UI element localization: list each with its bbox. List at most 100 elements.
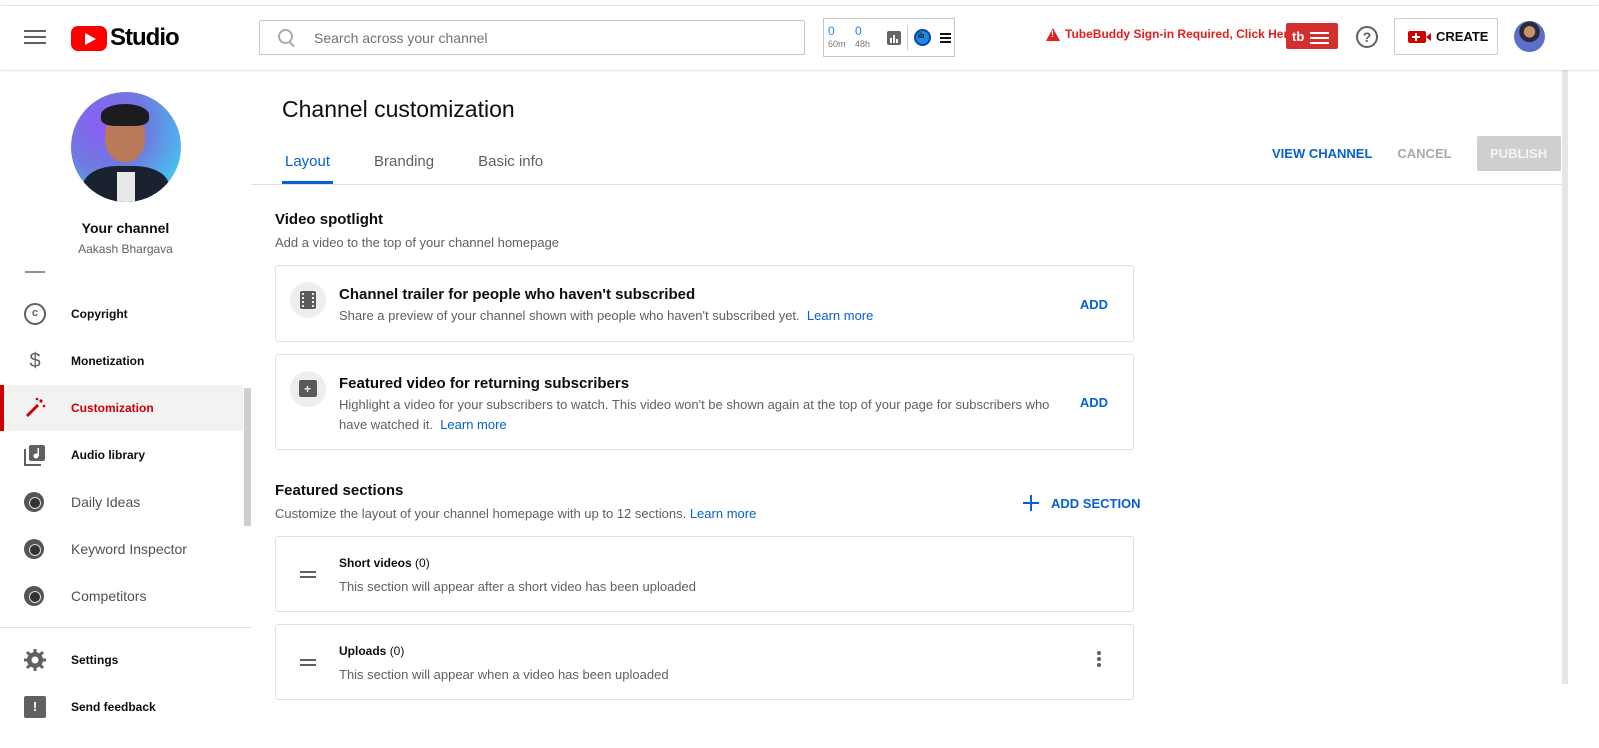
card-description: Highlight a video for your subscribers t… xyxy=(339,395,1079,435)
channel-avatar[interactable] xyxy=(71,92,181,202)
sidebar-item-customization[interactable]: Customization xyxy=(0,385,243,431)
sidebar-item-label: Daily Ideas xyxy=(71,494,141,510)
warning-text: TubeBuddy Sign-in Required, Click Here xyxy=(1065,27,1295,41)
youtube-play-icon xyxy=(71,25,107,51)
sidebar-item-label: Competitors xyxy=(71,588,147,604)
featured-video-card: Featured video for returning subscribers… xyxy=(275,354,1134,450)
tubebuddy-menu-button[interactable]: tb xyxy=(1286,23,1338,49)
search-box[interactable] xyxy=(259,20,805,55)
drag-handle-icon[interactable] xyxy=(300,659,316,666)
main-content: Channel customization Layout Branding Ba… xyxy=(251,70,1599,748)
cancel-button[interactable]: CANCEL xyxy=(1397,146,1451,161)
sidebar-item-label: Customization xyxy=(71,401,154,415)
create-button[interactable]: CREATE xyxy=(1394,18,1498,55)
tab-basic-info[interactable]: Basic info xyxy=(475,148,546,184)
header-actions: VIEW CHANNEL CANCEL PUBLISH xyxy=(1272,136,1561,171)
account-avatar[interactable] xyxy=(1514,21,1545,52)
warning-icon xyxy=(1046,27,1060,41)
menu-icon[interactable] xyxy=(940,32,951,43)
learn-more-link[interactable]: Learn more xyxy=(690,506,756,521)
tubebuddy-stat-60m: 0 60m xyxy=(828,25,855,50)
sidebar-item-send-feedback[interactable]: ! Send feedback xyxy=(0,684,243,730)
divider xyxy=(251,184,1562,185)
divider xyxy=(907,25,908,50)
sidebar: Your channel Aakash Bhargava c Copyright… xyxy=(0,70,251,748)
video-camera-icon xyxy=(1408,30,1431,43)
section-name: Short videos xyxy=(339,556,412,570)
tubebuddy-icon[interactable] xyxy=(914,29,931,46)
top-bar: Studio 0 60m 0 48h TubeBuddy Sign-in Req… xyxy=(0,6,1599,70)
plus-icon xyxy=(1023,495,1039,511)
create-label: CREATE xyxy=(1436,29,1489,44)
section-card-description: This section will appear after a short v… xyxy=(339,579,696,594)
view-channel-button[interactable]: VIEW CHANNEL xyxy=(1272,146,1372,161)
sidebar-scrollbar[interactable] xyxy=(244,388,251,526)
section-name: Uploads xyxy=(339,644,387,658)
section-title: Video spotlight xyxy=(275,211,384,228)
sidebar-item-daily-ideas[interactable]: Daily Ideas xyxy=(0,479,243,525)
help-icon[interactable]: ? xyxy=(1356,26,1378,48)
section-count: (0) xyxy=(389,644,405,658)
tubebuddy-signin-warning[interactable]: TubeBuddy Sign-in Required, Click Here xyxy=(1046,27,1295,41)
stat-value: 0 xyxy=(855,24,862,38)
learn-more-link[interactable]: Learn more xyxy=(807,308,873,323)
logo-text: Studio xyxy=(110,24,180,51)
sidebar-item-monetization[interactable]: $ Monetization xyxy=(0,338,243,384)
sidebar-item-settings[interactable]: Settings xyxy=(0,637,243,683)
learn-more-link[interactable]: Learn more xyxy=(440,417,506,432)
audio-library-icon xyxy=(24,444,46,466)
search-icon xyxy=(278,28,296,47)
stat-value: 0 xyxy=(828,24,835,38)
tubebuddy-widget[interactable]: 0 60m 0 48h xyxy=(823,18,955,57)
tubebuddy-logo-icon: tb xyxy=(1292,28,1305,44)
card-title: Channel trailer for people who haven't s… xyxy=(339,286,696,303)
stat-label: 60m xyxy=(828,39,846,49)
sidebar-item-copyright[interactable]: c Copyright xyxy=(0,291,243,337)
section-card-description: This section will appear when a video ha… xyxy=(339,667,669,682)
magic-wand-icon xyxy=(24,397,46,419)
clapperboard-icon xyxy=(290,371,326,407)
menu-icon xyxy=(1310,32,1330,44)
drag-handle-icon[interactable] xyxy=(300,571,316,578)
card-description: Share a preview of your channel shown wi… xyxy=(339,306,873,326)
section-count: (0) xyxy=(415,556,430,570)
tubebuddy-icon xyxy=(24,586,44,606)
card-title: Featured video for returning subscribers xyxy=(339,375,630,392)
page-title: Channel customization xyxy=(282,96,515,122)
dollar-icon: $ xyxy=(29,350,41,372)
menu-icon[interactable] xyxy=(24,26,46,48)
add-featured-video-button[interactable]: ADD xyxy=(1080,395,1108,410)
sidebar-item-competitors[interactable]: Competitors xyxy=(0,573,243,619)
studio-logo[interactable]: Studio xyxy=(71,24,180,52)
section-subtitle: Customize the layout of your channel hom… xyxy=(275,506,756,521)
tab-branding[interactable]: Branding xyxy=(371,148,437,184)
tubebuddy-icon xyxy=(24,492,44,512)
publish-button[interactable]: PUBLISH xyxy=(1476,136,1561,171)
search-input[interactable] xyxy=(314,29,784,46)
subtitle-text: Customize the layout of your channel hom… xyxy=(275,506,687,521)
sidebar-item-label: Settings xyxy=(71,653,119,667)
divider xyxy=(25,271,45,273)
sidebar-item-label: Copyright xyxy=(71,307,128,321)
bar-chart-icon[interactable] xyxy=(887,30,901,45)
sidebar-item-label: Audio library xyxy=(71,448,146,462)
feedback-icon: ! xyxy=(24,696,46,718)
sidebar-item-label: Monetization xyxy=(71,354,145,368)
section-card-title: Short videos (0) xyxy=(339,556,430,570)
section-subtitle: Add a video to the top of your channel h… xyxy=(275,235,560,250)
sidebar-item-label: Send feedback xyxy=(71,700,156,714)
sidebar-item-keyword-inspector[interactable]: Keyword Inspector xyxy=(0,526,243,572)
stat-label: 48h xyxy=(855,39,871,49)
tab-bar: Layout Branding Basic info xyxy=(282,148,584,184)
add-section-button[interactable]: ADD SECTION xyxy=(1023,495,1141,511)
more-options-icon[interactable] xyxy=(1097,651,1101,667)
sidebar-item-audio-library[interactable]: Audio library xyxy=(0,432,243,478)
divider xyxy=(0,627,251,628)
tab-layout[interactable]: Layout xyxy=(282,148,334,184)
film-icon xyxy=(290,282,326,318)
section-card-short-videos: Short videos (0) This section will appea… xyxy=(275,536,1134,612)
gear-icon xyxy=(24,649,46,671)
channel-trailer-card: Channel trailer for people who haven't s… xyxy=(275,265,1134,342)
tubebuddy-icon xyxy=(24,539,44,559)
add-trailer-button[interactable]: ADD xyxy=(1080,297,1108,312)
